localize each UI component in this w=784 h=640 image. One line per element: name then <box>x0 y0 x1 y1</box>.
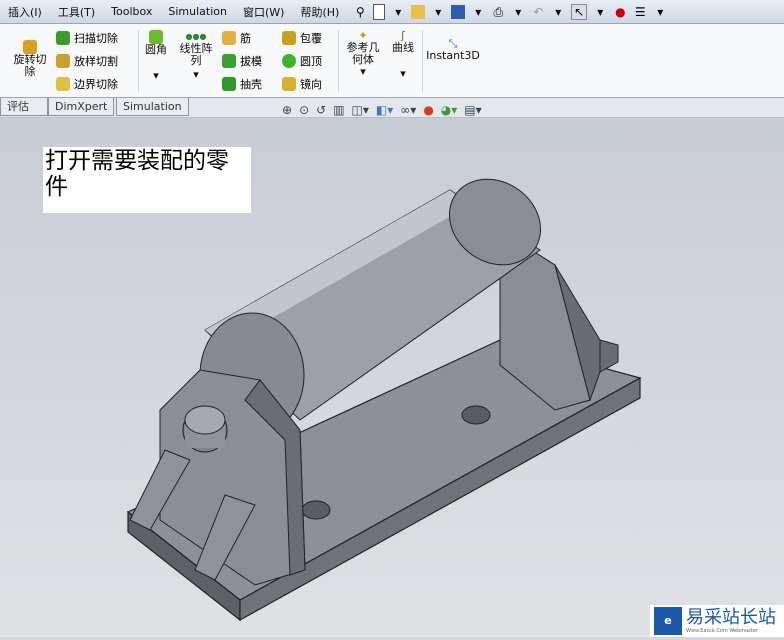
linear-pattern-icon: ●●● <box>185 32 207 41</box>
loft-cut-button[interactable]: 放样切割 <box>56 53 118 69</box>
watermark-text: 易采站长站 <box>686 607 776 628</box>
menu-bar: 插入(I) 工具(T) Toolbox Simulation 窗口(W) 帮助(… <box>0 0 784 24</box>
revolve-cut-button[interactable]: 旋转切除 <box>10 40 50 78</box>
draft-icon <box>222 54 236 68</box>
chevron-down-icon[interactable]: ▾ <box>471 5 485 19</box>
mirror-button[interactable]: 镜向 <box>282 76 322 92</box>
wrap-button[interactable]: 包覆 <box>282 30 322 46</box>
watermark-logo: e 易采站长站 Www.Easck.Com Webmaster <box>650 605 784 637</box>
zoom-area-icon[interactable]: ⊙ <box>299 103 309 117</box>
revolve-cut-icon <box>23 40 37 54</box>
select-pointer-icon[interactable]: ↖ <box>571 3 588 20</box>
shaft-end <box>184 405 226 435</box>
tab-dimxpert[interactable]: DimXpert <box>48 98 115 116</box>
mounting-hole <box>301 500 331 520</box>
chevron-down-icon[interactable]: ▾ <box>388 68 418 80</box>
pin-icon[interactable]: ⚲ <box>353 5 367 19</box>
menu-simulation[interactable]: Simulation <box>160 5 235 18</box>
chevron-down-icon[interactable]: ▾ <box>653 5 667 19</box>
edit-appearance-icon[interactable]: ● <box>423 103 433 117</box>
print-icon[interactable]: ⎙ <box>491 5 505 19</box>
tab-evaluate[interactable]: 评估 <box>0 98 48 116</box>
instruction-note: 打开需要装配的零件 <box>43 147 251 213</box>
chevron-down-icon[interactable]: ▾ <box>551 5 565 19</box>
fillet-icon <box>149 30 163 44</box>
command-manager-ribbon: 旋转切除 扫描切除 放样切割 边界切除 圆角 ▾ ●●● 线性阵列 ▾ 筋 拔模 抽壳… <box>0 24 784 98</box>
dome-icon <box>282 54 296 68</box>
traffic-light-icon[interactable]: ● <box>613 5 627 19</box>
section-view-icon[interactable]: ▥ <box>333 103 344 117</box>
right-support-foot <box>599 339 619 373</box>
rib-button[interactable]: 筋 <box>222 30 251 46</box>
menu-window[interactable]: 窗口(W) <box>235 4 292 20</box>
menu-help[interactable]: 帮助(H) <box>292 4 347 20</box>
chevron-down-icon[interactable]: ▾ <box>142 70 170 82</box>
shell-button[interactable]: 抽壳 <box>222 76 262 92</box>
apply-scene-icon[interactable]: ◕▾ <box>441 103 458 117</box>
boundary-cut-button[interactable]: 边界切除 <box>56 76 118 92</box>
view-toolbar: ⊕ ⊙ ↺ ▥ ◫▾ ◧▾ ∞▾ ● ◕▾ ▤▾ <box>282 103 482 117</box>
save-icon[interactable] <box>451 4 466 19</box>
undo-icon[interactable]: ↶ <box>531 5 545 19</box>
tab-simulation[interactable]: Simulation <box>116 98 189 116</box>
loft-cut-icon <box>56 54 70 68</box>
shell-icon <box>222 77 236 91</box>
dome-button[interactable]: 圆顶 <box>282 53 322 69</box>
chevron-down-icon[interactable]: ▾ <box>593 5 607 19</box>
boundary-cut-icon <box>56 77 70 91</box>
open-folder-icon[interactable] <box>411 4 426 19</box>
chevron-down-icon[interactable]: ▾ <box>511 5 525 19</box>
new-file-icon[interactable] <box>373 3 386 20</box>
linear-pattern-button[interactable]: ●●● 线性阵列 ▾ <box>176 30 216 81</box>
sweep-cut-button[interactable]: 扫描切除 <box>56 30 118 46</box>
draft-button[interactable]: 拔模 <box>222 53 262 69</box>
mirror-icon <box>282 77 296 91</box>
curves-button[interactable]: ʃ 曲线 ▾ <box>388 30 418 80</box>
sweep-cut-icon <box>56 31 70 45</box>
menu-insert[interactable]: 插入(I) <box>0 4 50 20</box>
rib-icon <box>222 31 236 45</box>
menu-toolbox[interactable]: Toolbox <box>103 5 160 18</box>
hide-show-items-icon[interactable]: ∞▾ <box>400 103 416 117</box>
watermark-e-icon: e <box>654 607 682 635</box>
zoom-to-fit-icon[interactable]: ⊕ <box>282 103 292 117</box>
menu-tools[interactable]: 工具(T) <box>50 4 103 20</box>
fillet-button[interactable]: 圆角 ▾ <box>142 30 170 82</box>
watermark-subtext: Www.Easck.Com Webmaster <box>686 628 758 634</box>
chevron-down-icon[interactable]: ▾ <box>176 69 216 81</box>
reference-geometry-button[interactable]: ✦ 参考几何体 ▾ <box>343 30 383 78</box>
view-settings-icon[interactable]: ▤▾ <box>464 103 481 117</box>
chevron-down-icon[interactable]: ▾ <box>391 5 405 19</box>
mounting-hole <box>461 405 491 425</box>
chevron-down-icon[interactable]: ▾ <box>431 5 445 19</box>
display-style-icon[interactable]: ◧▾ <box>376 103 393 117</box>
previous-view-icon[interactable]: ↺ <box>316 103 326 117</box>
chevron-down-icon[interactable]: ▾ <box>343 66 383 78</box>
instant3d-button[interactable]: ⤡ Instant3D <box>426 38 480 62</box>
wrap-icon <box>282 31 296 45</box>
view-orientation-icon[interactable]: ◫▾ <box>352 103 369 117</box>
options-icon[interactable]: ☰ <box>633 5 647 19</box>
